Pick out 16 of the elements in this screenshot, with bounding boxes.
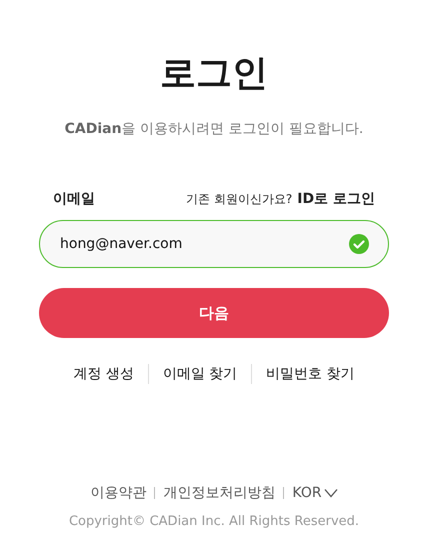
email-field[interactable]: hong@naver.com (39, 220, 389, 268)
check-icon (349, 234, 369, 254)
account-link[interactable]: 이메일 찾기 (148, 365, 252, 383)
member-prompt: 기존 회원이신가요? (186, 191, 292, 208)
footer-link[interactable]: 개인정보처리방침 (155, 484, 284, 502)
copyright: Copyright© CADian Inc. All Rights Reserved. (68, 514, 360, 529)
language-select[interactable]: KOR (284, 485, 346, 501)
chevron-down-icon (324, 488, 338, 498)
account-link[interactable]: 비밀번호 찾기 (252, 365, 369, 383)
subtitle: CADian을 이용하시려면 로그인이 필요합니다. (64, 120, 364, 138)
next-button[interactable]: 다음 (39, 288, 389, 338)
id-login-link[interactable]: ID로 로그인 (297, 190, 375, 208)
email-label: 이메일 (53, 190, 95, 208)
page-title: 로그인 (160, 52, 268, 96)
footer-link[interactable]: 이용약관 (82, 484, 154, 502)
account-link[interactable]: 계정 생성 (59, 365, 148, 383)
